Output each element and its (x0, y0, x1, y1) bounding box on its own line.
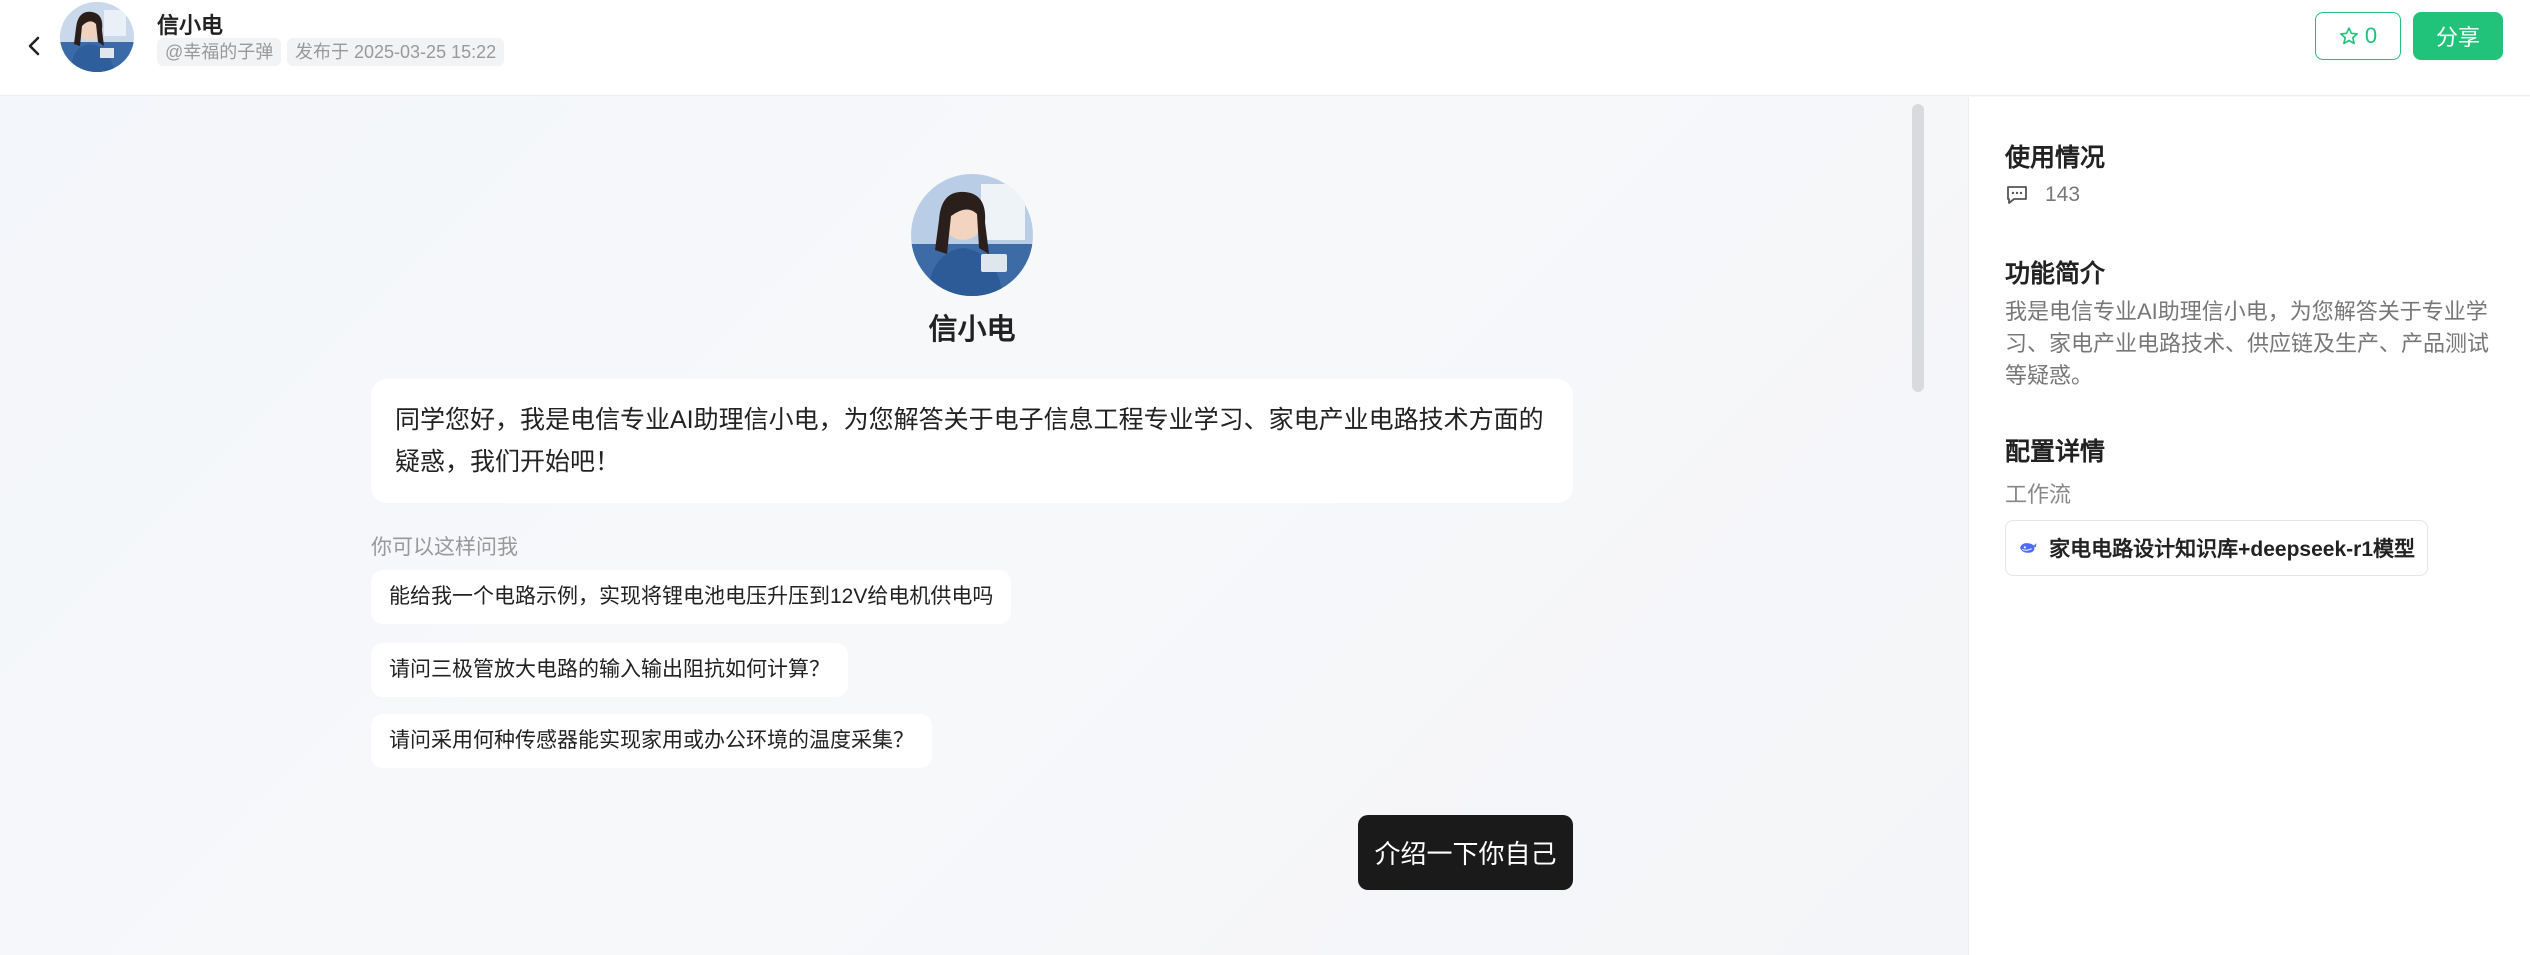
user-message: 介绍一下你自己 (1358, 815, 1573, 890)
bot-avatar-small[interactable] (60, 2, 134, 72)
back-button[interactable] (14, 22, 54, 70)
publish-date-badge: 发布于 2025-03-25 15:22 (287, 38, 505, 66)
star-icon (2339, 27, 2358, 45)
intro-title: 功能简介 (2005, 260, 2106, 288)
suggestions-hint: 你可以这样问我 (371, 536, 518, 559)
usage-title: 使用情况 (2005, 144, 2106, 172)
top-header: 信小电 @幸福的子弹 发布于 2025-03-25 15:22 0 分享 (0, 0, 2530, 96)
usage-count: 143 (2045, 183, 2081, 206)
favorite-count: 0 (2364, 23, 2378, 48)
comment-icon (2007, 186, 2027, 204)
header-title: 信小电 (157, 13, 224, 38)
intro-text: 我是电信专业AI助理信小电，为您解答关于专业学习、家电产业电路技术、供应链及生产… (2005, 299, 2490, 388)
author-badge[interactable]: @幸福的子弹 (157, 38, 282, 66)
whale-icon (2020, 543, 2037, 553)
share-button[interactable]: 分享 (2413, 12, 2503, 60)
suggested-question[interactable]: 请问三极管放大电路的输入输出阻抗如何计算？ (371, 643, 848, 697)
bot-name: 信小电 (928, 314, 1016, 346)
usage-stat: 143 (2005, 183, 2080, 207)
workflow-chip[interactable]: 家电电路设计知识库+deepseek-r1模型 (2005, 520, 2428, 576)
workflow-label: 工作流 (2005, 482, 2072, 507)
workflow-name: 家电电路设计知识库+deepseek-r1模型 (2049, 538, 2415, 561)
suggested-question[interactable]: 能给我一个电路示例，实现将锂电池电压升压到12V给电机供电吗 (371, 570, 1012, 624)
chat-scrollbar[interactable] (1912, 104, 1924, 392)
back-arrow-icon (28, 36, 40, 56)
config-title: 配置详情 (2005, 438, 2106, 466)
favorite-button[interactable]: 0 (2315, 12, 2401, 60)
greeting-message: 同学您好，我是电信专业AI助理信小电，为您解答关于电子信息工程专业学习、家电产业… (371, 379, 1573, 503)
bot-avatar-large (911, 174, 1033, 296)
suggested-question[interactable]: 请问采用何种传感器能实现家用或办公环境的温度采集？ (371, 714, 932, 768)
